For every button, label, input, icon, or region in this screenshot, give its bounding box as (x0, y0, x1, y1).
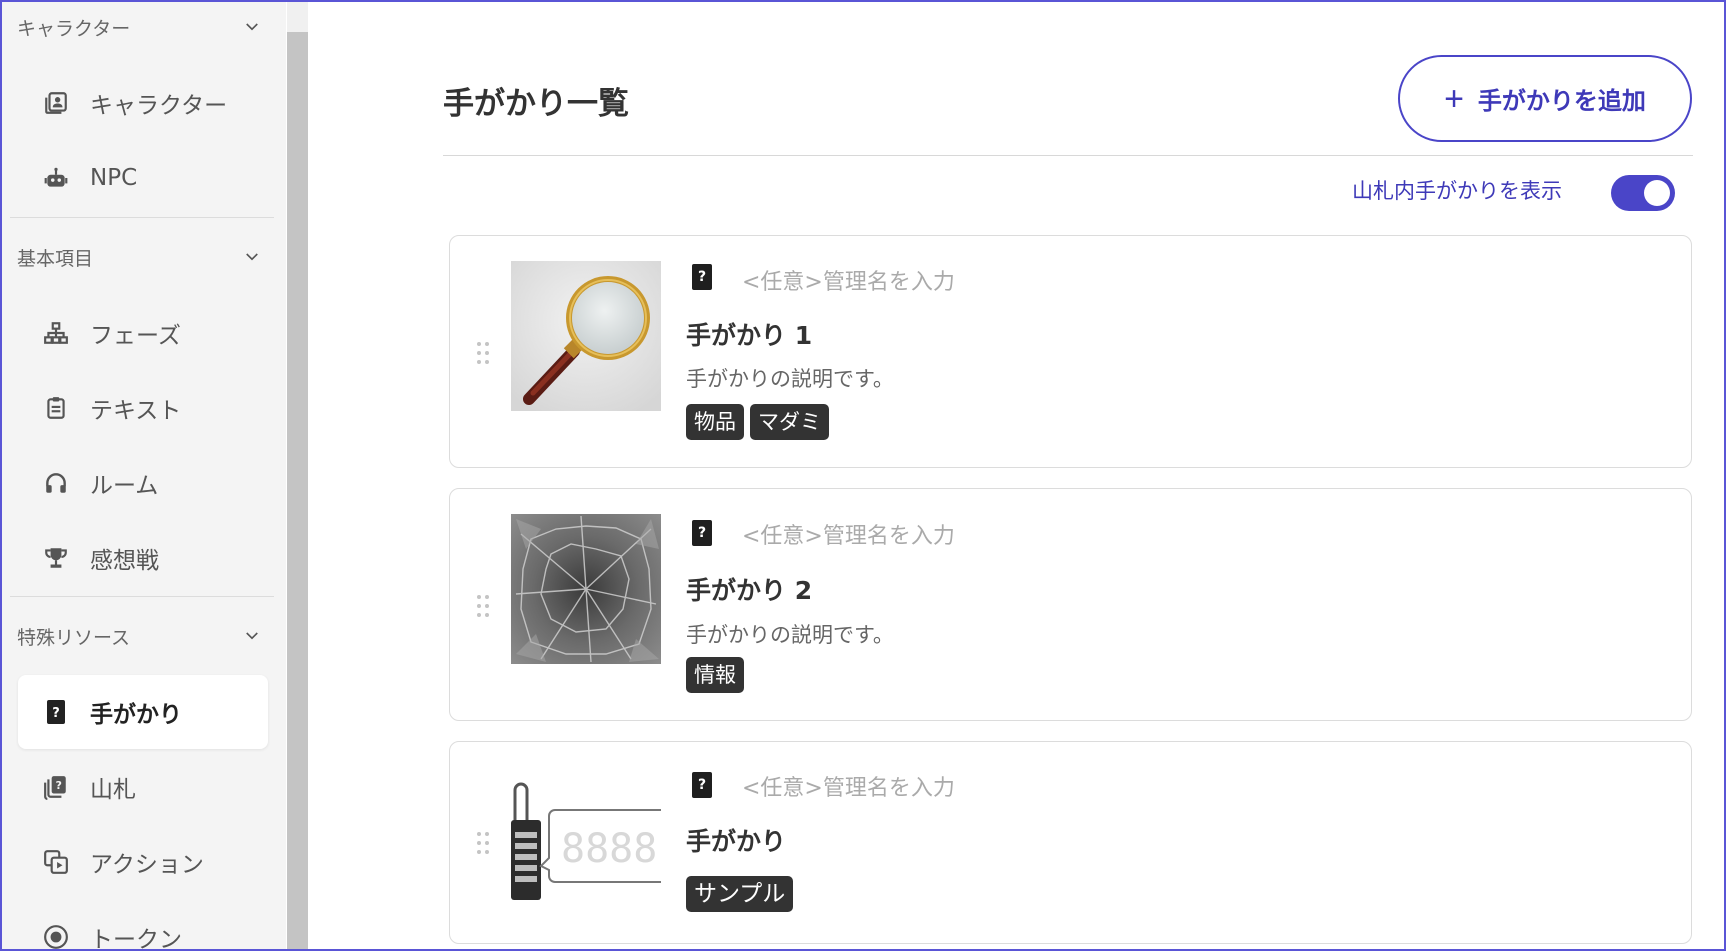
section-label: 基本項目 (17, 247, 94, 270)
sidebar-item-clue[interactable]: ? 手がかり (18, 675, 268, 749)
sidebar-item-label: アクション (90, 852, 204, 878)
sidebar-item-text[interactable]: テキスト (18, 371, 268, 445)
sidebar-scrollbar[interactable] (287, 32, 308, 949)
admin-name-input[interactable]: <任意>管理名を入力 (742, 264, 955, 296)
sidebar-item-deck[interactable]: ? 山札 (18, 750, 268, 824)
clue-card-icon: ? (692, 264, 712, 290)
action-icon (42, 848, 70, 876)
tag-badge: サンプル (686, 876, 794, 912)
section-character-header[interactable]: キャラクター (17, 12, 267, 42)
clue-card[interactable]: ? <任意>管理名を入力 手がかり 2 手がかりの説明です。 情報 (449, 488, 1692, 721)
svg-text:8888: 8888 (561, 826, 657, 872)
tag-badge: マダミ (750, 404, 829, 440)
clue-image-cracked-glass (511, 514, 661, 664)
sidebar-item-label: 山札 (90, 777, 136, 803)
chevron-down-icon (246, 632, 258, 640)
tag-badge: 物品 (686, 404, 744, 440)
admin-name-input[interactable]: <任意>管理名を入力 (742, 770, 955, 802)
divider (10, 596, 274, 597)
sidebar-item-phase[interactable]: フェーズ (18, 296, 268, 370)
sidebar-item-token[interactable]: トークン (18, 900, 268, 949)
sidebar-item-label: ルーム (90, 473, 159, 499)
robot-icon (42, 164, 70, 192)
clue-card-body: ? <任意>管理名を入力 手がかり 2 手がかりの説明です。 情報 (686, 489, 1691, 720)
tag-list: 物品 マダミ (686, 404, 829, 440)
svg-text:?: ? (52, 706, 60, 721)
clue-description: 手がかりの説明です。 (686, 623, 894, 647)
section-special-header[interactable]: 特殊リソース (17, 621, 267, 651)
clue-title: 手がかり 2 (686, 576, 813, 605)
drag-handle-icon[interactable] (475, 340, 491, 366)
show-deck-clues-label: 山札内手がかりを表示 (1352, 179, 1562, 203)
clue-title: 手がかり 1 (686, 321, 813, 350)
sidebar-item-label: テキスト (90, 398, 182, 424)
clipboard-icon (42, 394, 70, 422)
clue-card[interactable]: ? <任意>管理名を入力 手がかり 1 手がかりの説明です。 物品 マダミ (449, 235, 1692, 468)
token-icon (42, 923, 70, 949)
sidebar-item-npc[interactable]: NPC (18, 141, 268, 215)
portrait-icon (42, 89, 70, 117)
page-title: 手がかり一覧 (443, 86, 629, 122)
clue-card-body: ? <任意>管理名を入力 手がかり サンプル (686, 742, 1691, 943)
clue-card-icon: ? (692, 520, 712, 546)
clue-card-icon: ? (42, 698, 70, 726)
clue-card[interactable]: 8888 ? <任意>管理名を入力 手がかり サンプル (449, 741, 1692, 944)
drag-handle-icon[interactable] (475, 830, 491, 856)
sidebar-item-label: 感想戦 (90, 548, 159, 574)
sidebar-item-action[interactable]: アクション (18, 825, 268, 899)
chevron-down-icon (246, 23, 258, 31)
clue-title: 手がかり (686, 827, 787, 856)
sidebar-item-review[interactable]: 感想戦 (18, 521, 268, 595)
show-deck-clues-toggle[interactable] (1611, 175, 1675, 211)
clue-image-padlock-display: 8888 (511, 780, 661, 905)
clue-card-body: ? <任意>管理名を入力 手がかり 1 手がかりの説明です。 物品 マダミ (686, 236, 1691, 467)
clue-card-icon: ? (692, 772, 712, 798)
tag-badge: 情報 (686, 657, 744, 693)
section-label: キャラクター (17, 17, 131, 40)
sidebar-item-label: NPC (90, 165, 138, 191)
section-basic-header[interactable]: 基本項目 (17, 242, 267, 272)
admin-name-input[interactable]: <任意>管理名を入力 (742, 518, 955, 550)
plus-icon: + (1444, 79, 1464, 118)
tag-list: 情報 (686, 657, 744, 693)
toggle-knob (1644, 180, 1670, 206)
chevron-down-icon (246, 253, 258, 261)
sidebar-item-label: トークン (90, 927, 182, 949)
svg-text:?: ? (56, 779, 62, 792)
drag-handle-icon[interactable] (475, 593, 491, 619)
sidebar-item-label: キャラクター (90, 93, 228, 119)
sidebar-item-label: 手がかり (90, 702, 182, 728)
add-clue-button[interactable]: + 手がかりを追加 (1398, 55, 1692, 142)
sitemap-icon (42, 319, 70, 347)
scrollbar-track (287, 2, 308, 32)
deck-icon: ? (42, 773, 70, 801)
sidebar-item-room[interactable]: ルーム (18, 446, 268, 520)
add-clue-label: 手がかりを追加 (1477, 88, 1646, 115)
section-label: 特殊リソース (17, 626, 131, 649)
divider (443, 155, 1693, 156)
headphones-icon (42, 469, 70, 497)
tag-list: サンプル (686, 876, 794, 912)
clue-description: 手がかりの説明です。 (686, 367, 894, 391)
trophy-icon (42, 544, 70, 572)
divider (10, 217, 274, 218)
sidebar-item-label: フェーズ (90, 323, 181, 349)
sidebar: キャラクター キャラクター NPC 基本項目 フェーズ テキスト ルーム 感想戦… (2, 2, 286, 949)
sidebar-item-character[interactable]: キャラクター (18, 66, 268, 140)
clue-image-magnifying-glass (511, 261, 661, 411)
